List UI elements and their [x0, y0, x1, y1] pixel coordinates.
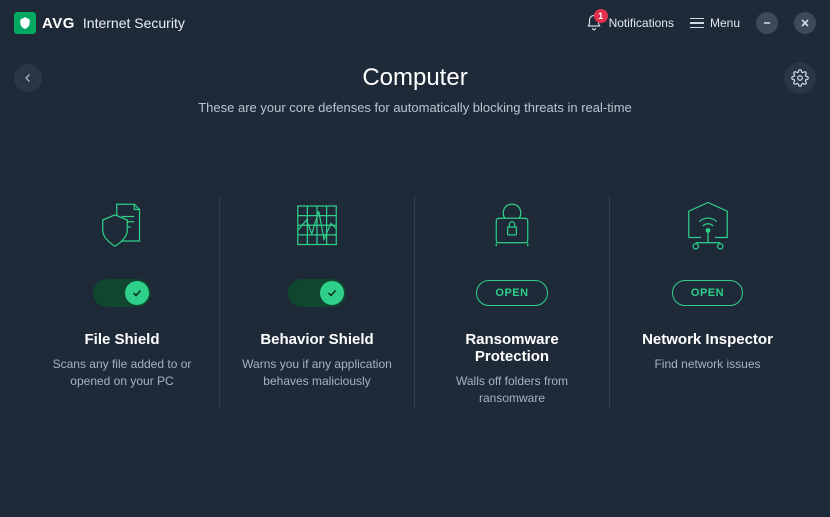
notifications-button[interactable]: 1 Notifications	[585, 14, 674, 32]
logo-text: AVG	[42, 15, 75, 32]
top-bar: AVG Internet Security 1 Notifications Me…	[0, 0, 830, 46]
menu-label: Menu	[710, 16, 740, 30]
ransomware-open-button[interactable]: OPEN	[476, 280, 547, 306]
network-inspector-icon	[626, 195, 789, 259]
card-title: Network Inspector	[626, 331, 789, 348]
page-subtitle: These are your core defenses for automat…	[0, 100, 830, 115]
card-description: Find network issues	[626, 356, 789, 373]
card-ransomware-protection: OPEN Ransomware Protection Walls off fol…	[415, 195, 610, 408]
page-title: Computer	[362, 64, 467, 92]
notifications-label: Notifications	[609, 16, 674, 30]
card-behavior-shield: Behavior Shield Warns you if any applica…	[220, 195, 415, 408]
close-button[interactable]	[794, 12, 816, 34]
app-logo: AVG Internet Security	[14, 12, 185, 34]
bell-icon: 1	[585, 14, 603, 32]
card-description: Walls off folders from ransomware	[431, 373, 593, 408]
logo-icon	[14, 12, 36, 34]
card-file-shield: File Shield Scans any file added to or o…	[25, 195, 220, 408]
behavior-shield-toggle[interactable]	[288, 279, 346, 307]
card-description: Scans any file added to or opened on you…	[41, 356, 203, 391]
behavior-shield-icon	[236, 195, 398, 259]
ransomware-icon	[431, 195, 593, 259]
card-title: Ransomware Protection	[431, 331, 593, 365]
hamburger-icon	[690, 18, 704, 29]
check-icon	[320, 281, 344, 305]
file-shield-toggle[interactable]	[93, 279, 151, 307]
minimize-button[interactable]	[756, 12, 778, 34]
back-button[interactable]	[14, 64, 42, 92]
card-title: Behavior Shield	[236, 331, 398, 348]
menu-button[interactable]: Menu	[690, 16, 740, 30]
settings-button[interactable]	[784, 62, 816, 94]
check-icon	[125, 281, 149, 305]
card-title: File Shield	[41, 331, 203, 348]
file-shield-icon	[41, 195, 203, 259]
page-header: Computer	[0, 64, 830, 92]
notification-badge: 1	[594, 9, 608, 23]
product-name: Internet Security	[83, 15, 185, 31]
network-open-button[interactable]: OPEN	[672, 280, 743, 306]
card-description: Warns you if any application behaves mal…	[236, 356, 398, 391]
card-network-inspector: OPEN Network Inspector Find network issu…	[610, 195, 805, 408]
feature-cards: File Shield Scans any file added to or o…	[0, 195, 830, 408]
